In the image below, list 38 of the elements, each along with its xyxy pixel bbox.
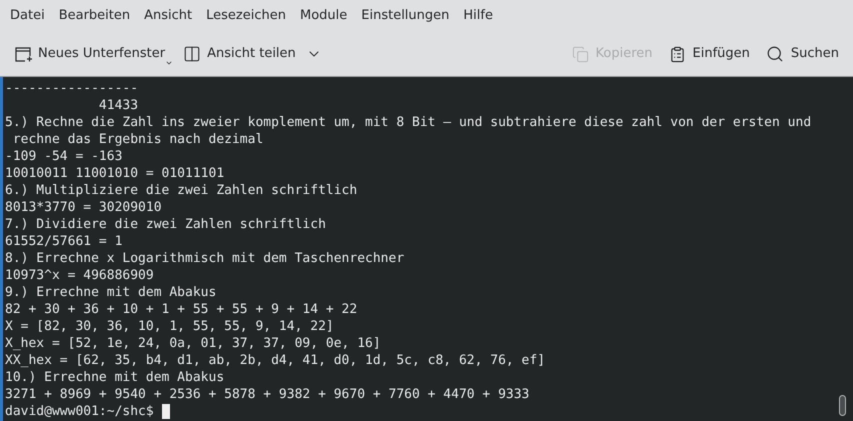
menu-item[interactable]: Module <box>292 2 354 30</box>
search-icon <box>766 45 784 63</box>
terminal-line: 5.) Rechne die Zahl ins zweier komplement um, mit 8 Bit – und subtrahiere diese zahl von der ersten und <box>5 114 812 131</box>
split-view-icon <box>183 45 202 63</box>
clipboard-icon <box>668 46 686 62</box>
text-cursor <box>162 404 170 419</box>
terminal-line: X = [82, 30, 36, 10, 1, 55, 55, 9, 14, 22] <box>5 318 334 335</box>
terminal-line: 82 + 30 + 36 + 10 + 1 + 55 + 55 + 9 + 14 + 22 <box>5 301 358 318</box>
terminal-line: 41433 <box>98 97 138 114</box>
terminal-line: 10.) Errechne mit dem Abakus <box>5 369 224 386</box>
new-tab-icon <box>14 45 32 63</box>
terminal-line: 8.) Errechne x Logarithmisch mit dem Taschenrechner <box>5 250 404 267</box>
terminal-line: 8013*3770 = 30209010 <box>5 199 162 216</box>
terminal-line: rechne das Ergebnis nach dezimal <box>12 131 264 148</box>
terminal-line: 6.) Multipliziere die zwei Zahlen schriftlich <box>5 182 358 199</box>
terminal-line: 61552/57661 = 1 <box>5 233 122 250</box>
menu-item[interactable]: Lesezeichen <box>199 2 293 30</box>
toolbar-button[interactable]: Einfügen <box>662 39 756 69</box>
menu-item[interactable]: Ansicht <box>137 2 200 30</box>
menu-item[interactable]: Einstellungen <box>354 2 456 30</box>
menu-item[interactable]: Bearbeiten <box>52 2 138 30</box>
terminal-line: 7.) Dividiere die zwei Zahlen schriftlich <box>5 216 326 233</box>
terminal-line: 9.) Errechne mit dem Abakus <box>5 284 216 301</box>
terminal-line: 10010011 11001010 = 01011101 <box>5 165 224 182</box>
terminal-line: X_hex = [52, 1e, 24, 0a, 01, 37, 37, 09, 0e, 16] <box>5 335 381 352</box>
menu-item[interactable]: Hilfe <box>456 2 500 30</box>
toolbar-button[interactable]: Suchen <box>760 39 845 69</box>
terminal-line: 10973^x = 496886909 <box>5 267 154 284</box>
toolbar-button[interactable]: Ansicht teilen <box>177 39 328 69</box>
shell-prompt: david@www001:~/shc$ <box>5 403 155 420</box>
terminal-line: XX_hex = [62, 35, b4, d1, ab, 2b, d4, 41, d0, 1d, 5c, c8, 62, 76, ef] <box>5 352 546 369</box>
copy-icon <box>572 46 588 62</box>
terminal-line: 3271 + 8969 + 9540 + 2536 + 5878 + 9382 + 9670 + 7760 + 4470 + 9333 <box>5 386 530 403</box>
scrollbar-thumb[interactable] <box>839 395 846 416</box>
terminal-line: -109 -54 = -163 <box>5 148 122 165</box>
menu-item[interactable]: Datei <box>3 2 52 30</box>
toolbar-button[interactable]: Neues Unterfenster <box>8 39 172 69</box>
terminal-line: ----------------- <box>5 80 138 97</box>
